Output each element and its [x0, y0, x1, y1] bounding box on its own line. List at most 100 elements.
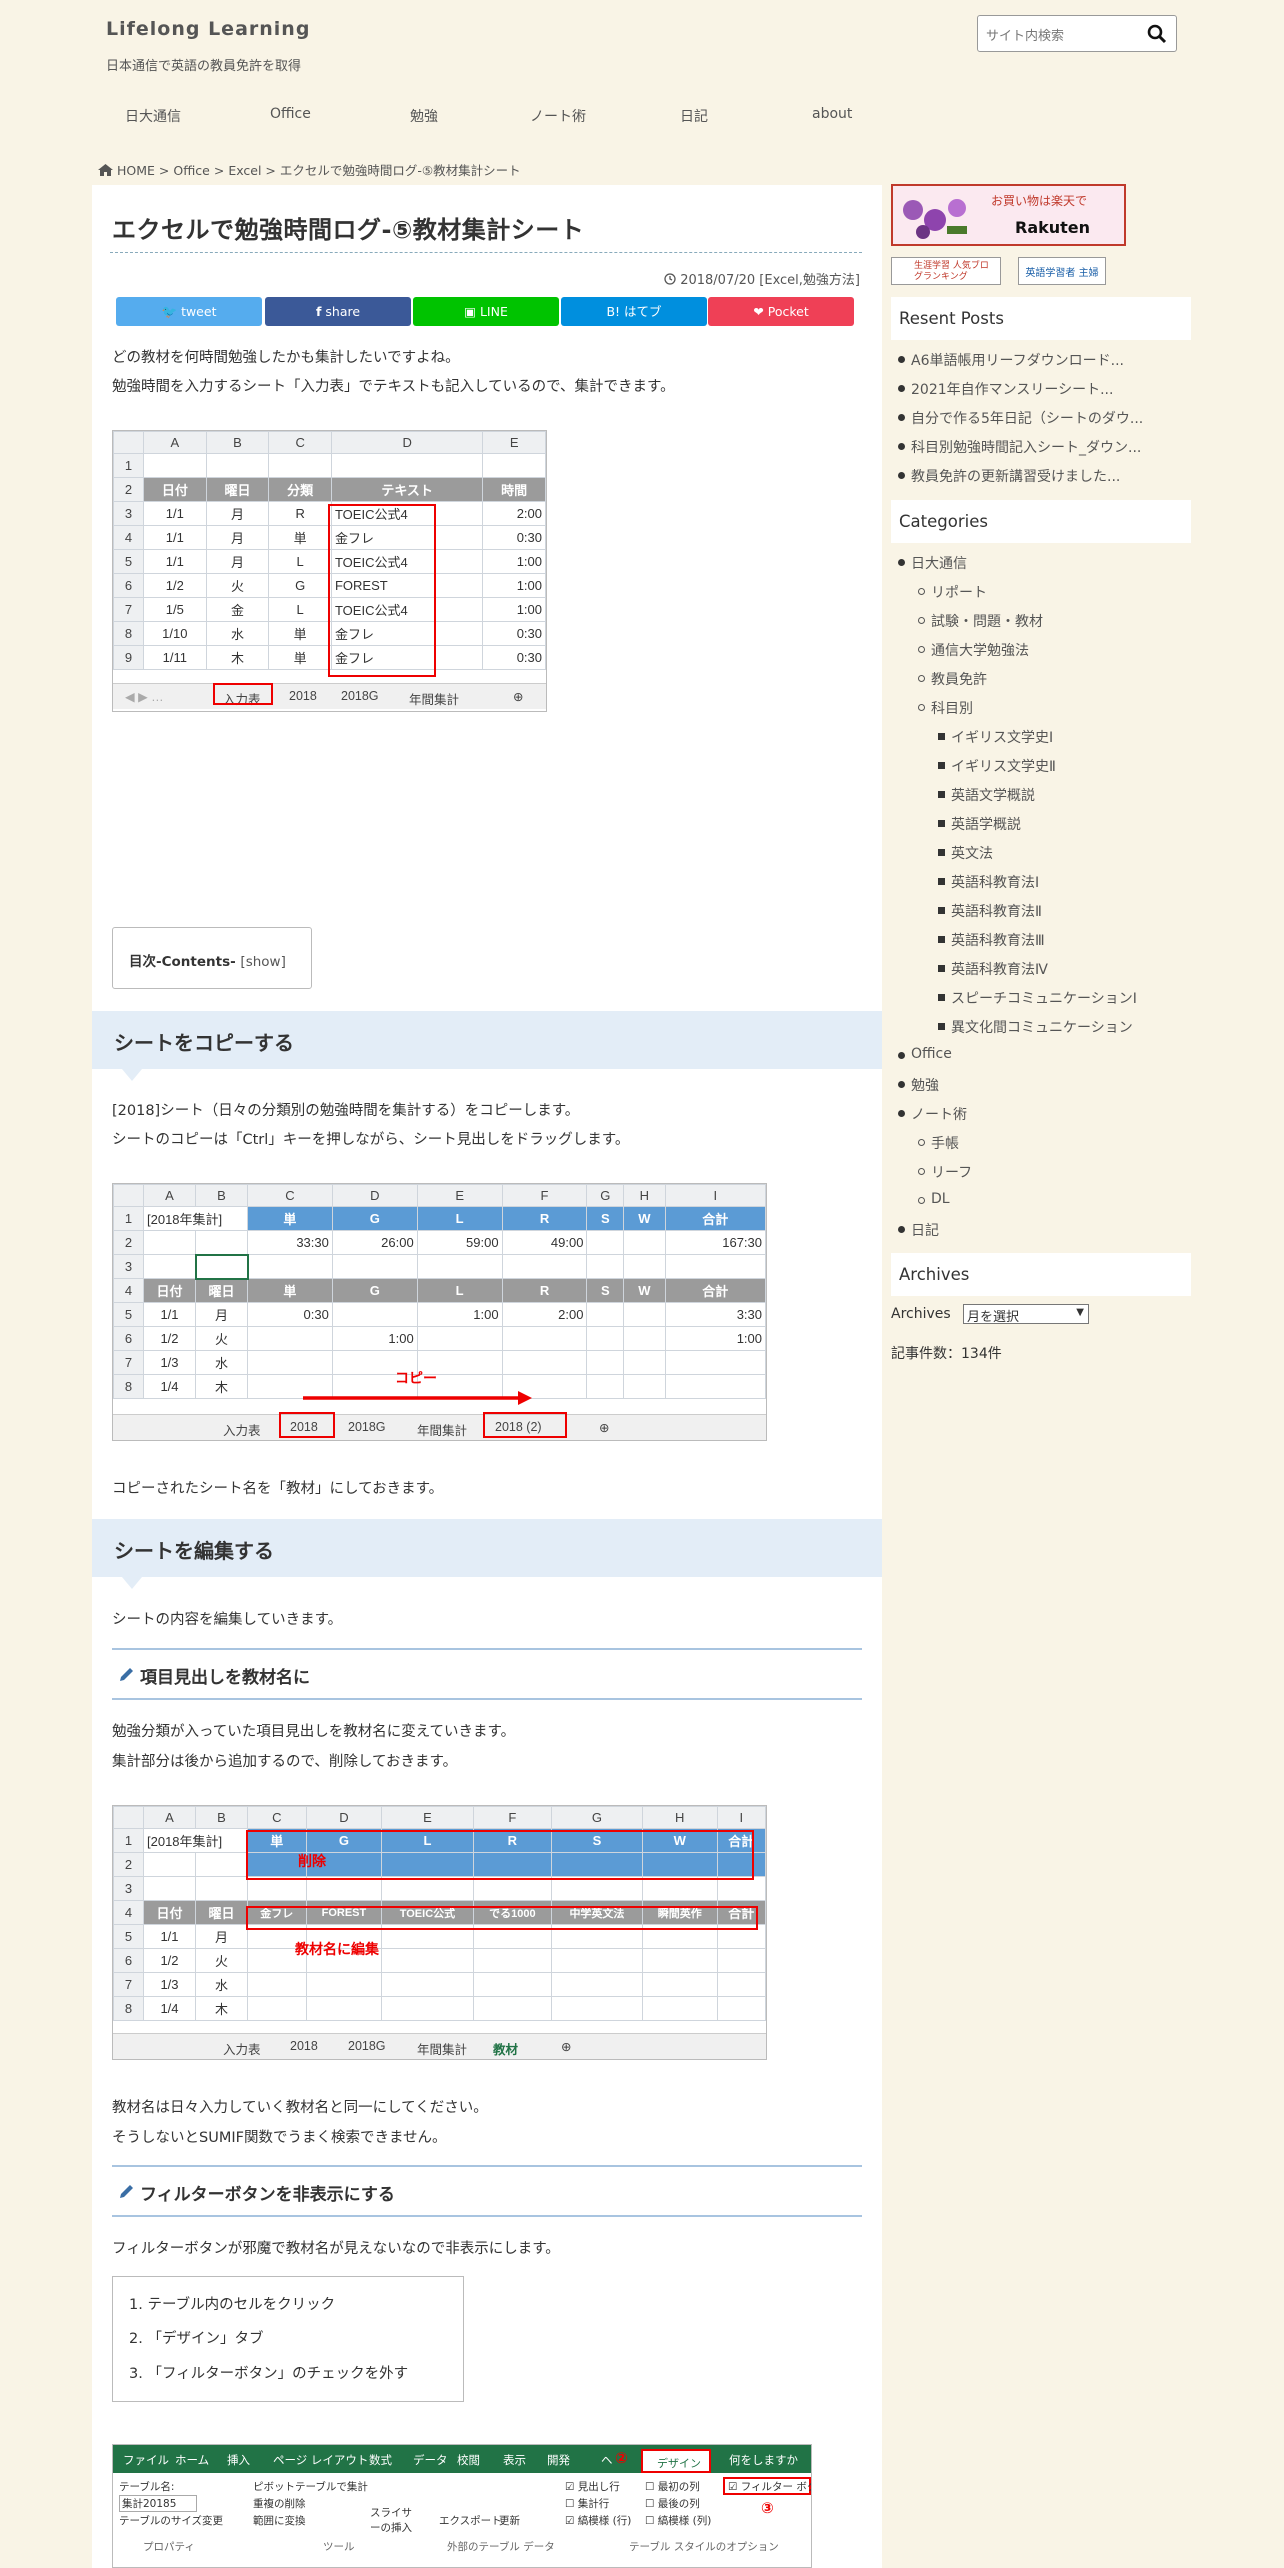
nav-item-study[interactable]: 勉強 — [410, 106, 438, 126]
sheet-tab-2018[interactable]: 2018 — [290, 2039, 318, 2053]
category-link[interactable]: 英語科教育法Ⅱ — [951, 901, 1042, 921]
table-name-input[interactable]: 集計20185 — [119, 2495, 197, 2512]
sheet-tab-2018g[interactable]: 2018G — [348, 1420, 386, 1434]
nav-item-office[interactable]: Office — [270, 106, 311, 122]
category-link[interactable]: 教員免許 — [931, 669, 987, 689]
category-link[interactable]: 英語科教育法Ⅲ — [951, 930, 1045, 950]
pivot-summary-button[interactable]: ピボットテーブルで集計 — [253, 2479, 368, 2494]
ribbon-tab[interactable]: ページ レイアウト — [273, 2452, 368, 2468]
category-link[interactable]: 科目別 — [931, 698, 973, 718]
category-link[interactable]: イギリス文学史Ⅰ — [951, 727, 1053, 747]
export-button[interactable]: エクスポート — [439, 2513, 502, 2528]
banded-columns-checkbox[interactable]: ☐ 縞模様 (列) — [645, 2513, 711, 2528]
ribbon-tab[interactable]: データ — [413, 2452, 448, 2468]
facebook-share-button[interactable]: f share — [265, 297, 411, 326]
recent-post-link[interactable]: 自分で作る5年日記（シートのダウ... — [911, 408, 1143, 428]
option-label: 集計行 — [577, 2498, 610, 2510]
nav-item-note[interactable]: ノート術 — [530, 106, 586, 126]
sheet-tab-annual[interactable]: 年間集計 — [417, 1420, 467, 1439]
category-link[interactable]: 通信大学勉強法 — [931, 640, 1029, 660]
ribbon-tab[interactable]: 挿入 — [227, 2452, 250, 2468]
category-link[interactable]: 英語科教育法Ⅰ — [951, 872, 1039, 892]
ribbon-tab[interactable]: 表示 — [503, 2452, 526, 2468]
category-link[interactable]: 手帳 — [931, 1133, 959, 1153]
blog-ranking-badge-2[interactable]: 英語学習者 主婦 — [1018, 257, 1106, 285]
ribbon-group-label: プロパティ — [143, 2541, 195, 2553]
sheet-tab-material[interactable]: 教材 — [493, 2039, 518, 2058]
ribbon-tab[interactable]: ホーム — [175, 2452, 209, 2468]
breadcrumb-office[interactable]: Office — [173, 163, 210, 178]
recent-post-link[interactable]: 教員免許の更新講習受けました... — [911, 466, 1120, 486]
nav-item-about[interactable]: about — [812, 106, 852, 122]
category-link[interactable]: スピーチコミュニケーションⅠ — [951, 988, 1137, 1008]
recent-post-link[interactable]: A6単語帳用リーフダウンロード... — [911, 350, 1124, 370]
hatebu-button[interactable]: B! はてブ — [561, 297, 707, 326]
first-column-checkbox[interactable]: ☐ 最初の列 — [645, 2479, 700, 2494]
recent-post-link[interactable]: 科目別勉強時間記入シート_ダウン... — [911, 437, 1141, 457]
ribbon-tab[interactable]: ファイル — [123, 2452, 169, 2468]
refresh-button[interactable]: 更新 — [499, 2513, 520, 2528]
category-link[interactable]: 英語学概説 — [951, 814, 1021, 834]
remove-duplicates-button[interactable]: 重複の削除 — [253, 2496, 306, 2511]
blog-ranking-badge-1[interactable]: 生涯学習 人気ブログランキング — [891, 257, 1001, 285]
sheet-tab-annual[interactable]: 年間集計 — [417, 2039, 467, 2058]
sheet-tab-2018g[interactable]: 2018G — [341, 689, 379, 703]
ribbon-tab[interactable]: 校閲 — [457, 2452, 480, 2468]
category-link[interactable]: DL — [931, 1191, 950, 1207]
category-link[interactable]: 異文化間コミュニケーション — [951, 1017, 1133, 1037]
search-input[interactable]: サイト内検索 — [986, 25, 1064, 44]
line-button[interactable]: ▣ LINE — [413, 297, 559, 326]
category-link[interactable]: 試験・問題・教材 — [931, 611, 1043, 631]
nav-item-diary[interactable]: 日記 — [680, 106, 708, 126]
category-link[interactable]: 英語科教育法Ⅳ — [951, 959, 1048, 979]
option-label: 見出し行 — [577, 2481, 620, 2493]
tweet-button[interactable]: 🐦 tweet — [116, 297, 262, 326]
ribbon-tab[interactable]: 開発 — [547, 2452, 570, 2468]
category-link[interactable]: 英語文学概説 — [951, 785, 1035, 805]
tab-nav-arrows[interactable]: ◀ ▶ … — [125, 689, 164, 704]
design-tab[interactable]: デザイン — [641, 2449, 711, 2473]
sheet-tab-2018[interactable]: 2018 — [289, 689, 317, 703]
category-link[interactable]: Office — [911, 1046, 952, 1062]
ribbon-tab[interactable]: ヘ — [601, 2452, 613, 2468]
total-row-checkbox[interactable]: ☐ 集計行 — [565, 2496, 609, 2511]
category-link[interactable]: 日記 — [911, 1220, 939, 1240]
post-categories[interactable]: [Excel,勉強方法] — [759, 273, 860, 288]
resize-table-button[interactable]: テーブルのサイズ変更 — [119, 2513, 223, 2528]
category-link[interactable]: 日大通信 — [911, 553, 967, 573]
banded-rows-checkbox[interactable]: ☑ 縞模様 (行) — [565, 2513, 631, 2528]
category-link[interactable]: ノート術 — [911, 1104, 967, 1124]
toc-toggle[interactable]: [show] — [240, 954, 285, 970]
add-sheet-icon[interactable]: ⊕ — [561, 2039, 571, 2054]
site-title[interactable]: Lifelong Learning — [106, 18, 310, 40]
sheet-tab-input[interactable]: 入力表 — [223, 2039, 261, 2058]
recent-post-link[interactable]: 2021年自作マンスリーシート... — [911, 379, 1113, 399]
sheet-tab-annual[interactable]: 年間集計 — [409, 689, 459, 708]
search-box[interactable]: サイト内検索 — [977, 15, 1177, 52]
sheet-tab-input[interactable]: 入力表 — [223, 1420, 261, 1439]
archives-select[interactable]: 月を選択 ▼ — [963, 1304, 1089, 1325]
insert-slicer-button[interactable]: スライサーの挿入 — [369, 2505, 413, 2535]
breadcrumb-excel[interactable]: Excel — [228, 163, 261, 178]
bullet-icon — [938, 936, 945, 943]
nav-item-nichidai[interactable]: 日大通信 — [125, 106, 181, 126]
cell: 1/1 — [143, 525, 207, 550]
category-link[interactable]: イギリス文学史Ⅱ — [951, 756, 1056, 776]
header-row-checkbox[interactable]: ☑ 見出し行 — [565, 2479, 620, 2494]
ribbon-tab[interactable]: 数式 — [369, 2452, 392, 2468]
last-column-checkbox[interactable]: ☐ 最後の列 — [645, 2496, 700, 2511]
category-link[interactable]: 英文法 — [951, 843, 993, 863]
category-link[interactable]: リーフ — [931, 1162, 972, 1182]
convert-range-button[interactable]: 範囲に変換 — [253, 2513, 306, 2528]
category-link[interactable]: リポート — [931, 582, 987, 602]
pocket-button[interactable]: ❤ Pocket — [708, 297, 854, 326]
sheet-tab-2018g[interactable]: 2018G — [348, 2039, 386, 2053]
add-sheet-icon[interactable]: ⊕ — [513, 689, 523, 704]
add-sheet-icon[interactable]: ⊕ — [599, 1420, 609, 1435]
category-link[interactable]: 勉強 — [911, 1075, 939, 1095]
rakuten-banner[interactable]: お買い物は楽天で Rakuten — [891, 184, 1126, 246]
tell-me-box[interactable]: 何をしますか — [729, 2452, 798, 2468]
search-icon[interactable] — [1146, 23, 1168, 45]
filter-button-checkbox[interactable]: ☑ フィルター ボタン — [723, 2477, 811, 2495]
breadcrumb-home[interactable]: HOME — [117, 163, 155, 178]
